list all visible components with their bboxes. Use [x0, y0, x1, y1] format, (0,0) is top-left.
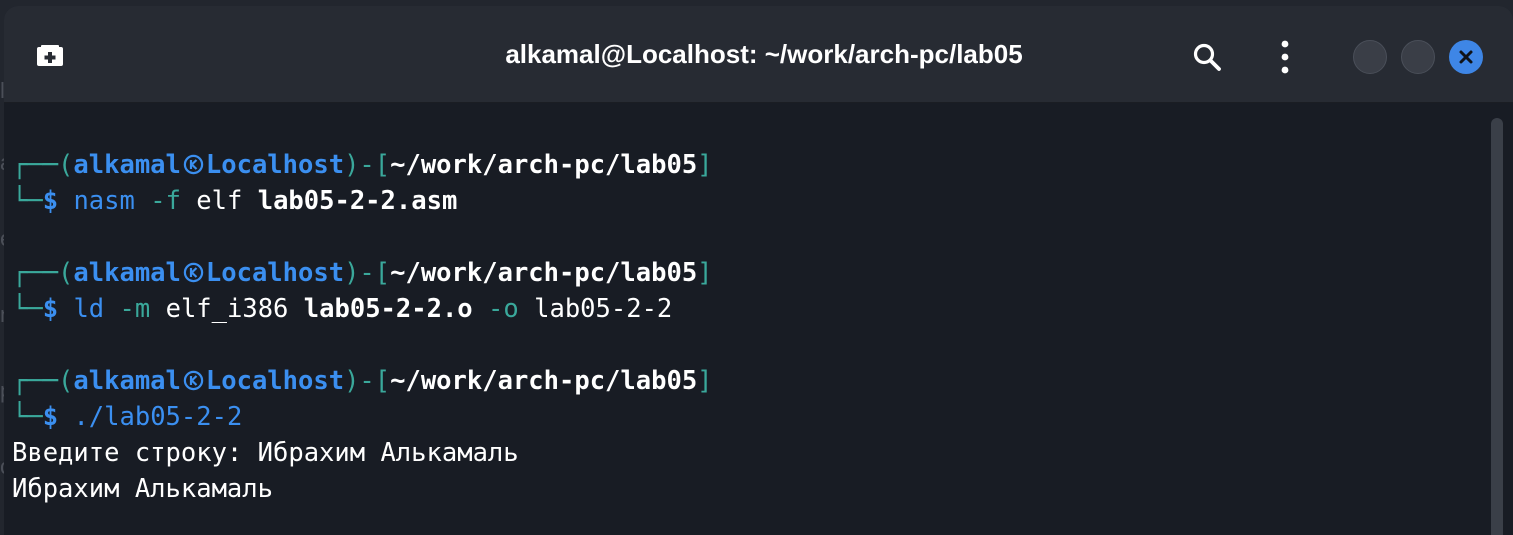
- kali-at-icon: [183, 262, 204, 283]
- command-argument: -m: [119, 294, 151, 324]
- prompt-frame: ┌──(: [12, 366, 74, 396]
- prompt-frame: )-[: [344, 150, 391, 180]
- maximize-button[interactable]: [1401, 40, 1435, 74]
- prompt-symbol: $: [42, 402, 59, 432]
- prompt-cwd: ~/work/arch-pc/lab05: [390, 366, 698, 396]
- command-argument: elf_i386: [165, 294, 289, 324]
- prompt-user: alkamal: [73, 366, 181, 396]
- prompt-host: Localhost: [205, 366, 345, 396]
- prompt-cwd: ~/work/arch-pc/lab05: [390, 150, 698, 180]
- prompt-frame: └─: [12, 402, 43, 432]
- prompt-header: ┌──(alkamal Localhost)-[~/work/arch-pc/la…: [12, 255, 713, 291]
- prompt-frame: ]: [697, 366, 713, 396]
- prompt-frame: └─: [12, 294, 43, 324]
- scrollbar[interactable]: [1491, 118, 1503, 535]
- command-argument: elf: [196, 186, 243, 216]
- prompt-host: Localhost: [205, 258, 345, 288]
- close-icon: [1459, 50, 1473, 64]
- command-argument: -o: [488, 294, 519, 324]
- terminal-window: alkamal@Localhost: ~/work/arch-pc/lab05 …: [4, 6, 1513, 535]
- prompt-frame: )-[: [344, 366, 391, 396]
- minimize-button[interactable]: [1353, 40, 1387, 74]
- command-argument: lab05-2-2.o: [303, 294, 473, 324]
- command-program: ./lab05-2-2: [73, 402, 243, 432]
- command-program: ld: [73, 294, 105, 324]
- prompt-frame: ┌──(: [12, 258, 74, 288]
- prompt-header: ┌──(alkamal Localhost)-[~/work/arch-pc/la…: [12, 147, 713, 183]
- prompt-frame: └─: [12, 186, 43, 216]
- title-bar[interactable]: alkamal@Localhost: ~/work/arch-pc/lab05: [4, 6, 1513, 103]
- output-line: Ибрахим Алькамаль: [12, 474, 273, 504]
- prompt-user: alkamal: [73, 150, 181, 180]
- prompt-cwd: ~/work/arch-pc/lab05: [390, 258, 698, 288]
- kali-at-icon: [183, 370, 204, 391]
- window-title: alkamal@Localhost: ~/work/arch-pc/lab05: [505, 39, 1023, 69]
- prompt-frame: )-[: [344, 258, 391, 288]
- prompt-frame: ┌──(: [12, 150, 74, 180]
- output-line: Введите строку: Ибрахим Алькамаль: [12, 438, 519, 468]
- command-argument: -f: [150, 186, 181, 216]
- menu-icon[interactable]: [1274, 39, 1296, 75]
- command-program: nasm: [73, 186, 135, 216]
- search-icon[interactable]: [1192, 42, 1222, 72]
- prompt-header: ┌──(alkamal Localhost)-[~/work/arch-pc/la…: [12, 363, 713, 399]
- prompt-user: alkamal: [73, 258, 181, 288]
- prompt-symbol: $: [42, 186, 59, 216]
- prompt-frame: ]: [697, 150, 713, 180]
- command-argument: lab05-2-2.asm: [257, 186, 458, 216]
- command-line: └─$ nasm -f elf lab05-2-2.asm: [12, 183, 457, 219]
- close-button[interactable]: [1449, 40, 1483, 74]
- prompt-host: Localhost: [205, 150, 345, 180]
- new-tab-icon[interactable]: [36, 44, 64, 68]
- kali-at-icon: [183, 154, 204, 175]
- command-line: └─$ ./lab05-2-2: [12, 399, 242, 435]
- prompt-frame: ]: [697, 258, 713, 288]
- terminal-output[interactable]: ┌──(alkamal Localhost)-[~/work/arch-pc/la…: [4, 103, 1513, 535]
- command-line: └─$ ld -m elf_i386 lab05-2-2.o -o lab05-…: [12, 291, 672, 327]
- prompt-symbol: $: [42, 294, 59, 324]
- command-argument: lab05-2-2: [534, 294, 673, 324]
